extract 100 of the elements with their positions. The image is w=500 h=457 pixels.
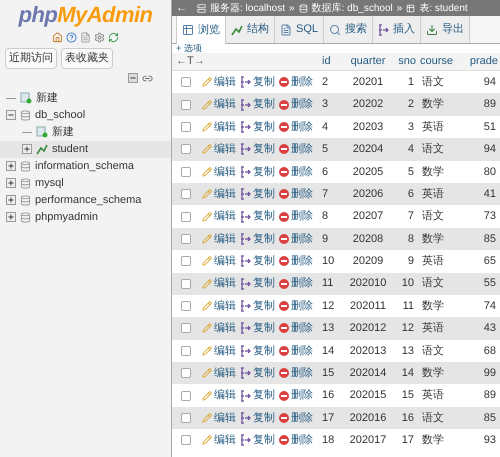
edit-link[interactable]: 编辑 bbox=[202, 96, 236, 113]
edit-link[interactable]: 编辑 bbox=[202, 141, 236, 158]
row-checkbox[interactable] bbox=[181, 234, 191, 244]
tab[interactable]: 结构 bbox=[226, 16, 275, 43]
tree-item[interactable]: 新建 bbox=[0, 124, 171, 140]
delete-link[interactable]: 删除 bbox=[279, 208, 313, 225]
edit-link[interactable]: 编辑 bbox=[202, 410, 236, 426]
row-checkbox[interactable] bbox=[181, 301, 191, 312]
tab[interactable]: 插入 bbox=[373, 16, 422, 43]
copy-link[interactable]: 复制 bbox=[240, 410, 275, 426]
tree-item[interactable]: 新建 bbox=[0, 90, 171, 106]
delete-link[interactable]: 删除 bbox=[279, 164, 313, 180]
delete-link[interactable]: 删除 bbox=[279, 230, 313, 248]
copy-link[interactable]: 复制 bbox=[240, 141, 275, 158]
row-checkbox[interactable] bbox=[181, 368, 191, 378]
help-icon[interactable] bbox=[66, 32, 77, 43]
expand-toggle[interactable] bbox=[6, 178, 16, 188]
edit-link[interactable]: 编辑 bbox=[202, 298, 236, 314]
edit-link[interactable]: 编辑 bbox=[202, 74, 236, 90]
edit-link[interactable]: 编辑 bbox=[202, 275, 236, 292]
copy-link[interactable]: 复制 bbox=[240, 74, 275, 90]
column-header[interactable]: course bbox=[418, 53, 466, 70]
edit-link[interactable]: 编辑 bbox=[202, 387, 236, 404]
edit-link[interactable]: 编辑 bbox=[202, 186, 236, 202]
row-checkbox[interactable] bbox=[181, 166, 191, 177]
delete-link[interactable]: 删除 bbox=[279, 320, 313, 337]
edit-link[interactable]: 编辑 bbox=[202, 230, 236, 248]
edit-link[interactable]: 编辑 bbox=[202, 164, 236, 180]
tree-item[interactable]: performance_schema bbox=[0, 192, 171, 208]
edit-link[interactable]: 编辑 bbox=[202, 253, 236, 270]
row-checkbox[interactable] bbox=[181, 122, 191, 132]
column-header[interactable]: id bbox=[320, 53, 342, 70]
copy-link[interactable]: 复制 bbox=[240, 230, 275, 248]
row-checkbox[interactable] bbox=[181, 100, 191, 110]
column-header[interactable]: prade bbox=[466, 53, 500, 70]
back-button[interactable]: ← bbox=[176, 2, 187, 14]
tab[interactable]: 浏览 bbox=[176, 16, 226, 44]
delete-link[interactable]: 删除 bbox=[279, 74, 313, 90]
row-checkbox[interactable] bbox=[181, 256, 191, 266]
edit-link[interactable]: 编辑 bbox=[202, 320, 236, 337]
copy-link[interactable]: 复制 bbox=[240, 365, 275, 382]
row-checkbox[interactable] bbox=[181, 413, 191, 424]
copy-link[interactable]: 复制 bbox=[240, 164, 275, 180]
delete-link[interactable]: 删除 bbox=[279, 365, 313, 382]
sidebar-tab-button[interactable]: 近期访问 bbox=[5, 48, 57, 68]
breadcrumb-link[interactable]: 服务器: localhost bbox=[210, 0, 286, 16]
edit-link[interactable]: 编辑 bbox=[202, 118, 236, 136]
delete-link[interactable]: 删除 bbox=[279, 410, 313, 426]
row-checkbox[interactable] bbox=[181, 323, 191, 334]
tree-item[interactable]: db_school bbox=[0, 106, 171, 124]
refresh-icon[interactable] bbox=[108, 32, 119, 43]
delete-link[interactable]: 删除 bbox=[279, 118, 313, 136]
tree-item[interactable]: mysql bbox=[0, 174, 171, 192]
row-checkbox[interactable] bbox=[181, 278, 191, 289]
copy-link[interactable]: 复制 bbox=[240, 118, 275, 136]
expand-toggle[interactable] bbox=[6, 161, 16, 171]
copy-link[interactable]: 复制 bbox=[240, 342, 275, 360]
tab[interactable]: SQL bbox=[275, 16, 324, 43]
row-checkbox[interactable] bbox=[181, 144, 191, 154]
breadcrumb-link[interactable]: 数据库: db_school bbox=[312, 0, 393, 16]
copy-link[interactable]: 复制 bbox=[240, 320, 275, 337]
copy-link[interactable]: 复制 bbox=[240, 253, 275, 270]
delete-link[interactable]: 删除 bbox=[279, 342, 313, 360]
copy-link[interactable]: 复制 bbox=[240, 275, 275, 292]
tree-item[interactable]: information_schema bbox=[0, 158, 171, 174]
copy-link[interactable]: 复制 bbox=[240, 387, 275, 404]
delete-link[interactable]: 删除 bbox=[279, 432, 313, 449]
tree-item[interactable]: phpmyadmin bbox=[0, 208, 171, 226]
copy-link[interactable]: 复制 bbox=[240, 96, 275, 113]
home-icon[interactable] bbox=[52, 32, 63, 43]
edit-link[interactable]: 编辑 bbox=[202, 342, 236, 360]
copy-link[interactable]: 复制 bbox=[240, 298, 275, 314]
tab[interactable]: 导出 bbox=[421, 16, 470, 43]
collapse-toggle[interactable] bbox=[6, 110, 16, 120]
settings-icon[interactable] bbox=[94, 32, 105, 43]
row-checkbox[interactable] bbox=[181, 390, 191, 401]
delete-link[interactable]: 删除 bbox=[279, 141, 313, 158]
column-header[interactable]: quarter bbox=[342, 53, 394, 70]
sidebar-tab-button[interactable]: 表收藏夹 bbox=[61, 48, 113, 68]
row-checkbox[interactable] bbox=[181, 212, 191, 222]
expand-toggle[interactable] bbox=[22, 144, 32, 154]
delete-link[interactable]: 删除 bbox=[279, 186, 313, 202]
copy-link[interactable]: 复制 bbox=[240, 186, 275, 202]
row-checkbox[interactable] bbox=[181, 189, 191, 200]
collapse-all-icon[interactable] bbox=[128, 72, 138, 82]
tree-item[interactable]: student bbox=[0, 140, 171, 158]
tab[interactable]: 搜索 bbox=[324, 16, 374, 43]
edit-link[interactable]: 编辑 bbox=[202, 432, 236, 449]
row-checkbox[interactable] bbox=[181, 435, 191, 446]
delete-link[interactable]: 删除 bbox=[279, 275, 313, 292]
delete-link[interactable]: 删除 bbox=[279, 387, 313, 404]
document-icon[interactable] bbox=[80, 32, 91, 43]
copy-link[interactable]: 复制 bbox=[240, 208, 275, 225]
expand-toggle[interactable] bbox=[6, 195, 16, 205]
row-checkbox[interactable] bbox=[181, 346, 191, 356]
breadcrumb-link[interactable]: 表: student bbox=[419, 0, 468, 16]
row-checkbox[interactable] bbox=[181, 77, 191, 88]
edit-link[interactable]: 编辑 bbox=[202, 208, 236, 225]
delete-link[interactable]: 删除 bbox=[279, 253, 313, 270]
column-resize-handle[interactable]: ←T→ bbox=[172, 53, 320, 70]
